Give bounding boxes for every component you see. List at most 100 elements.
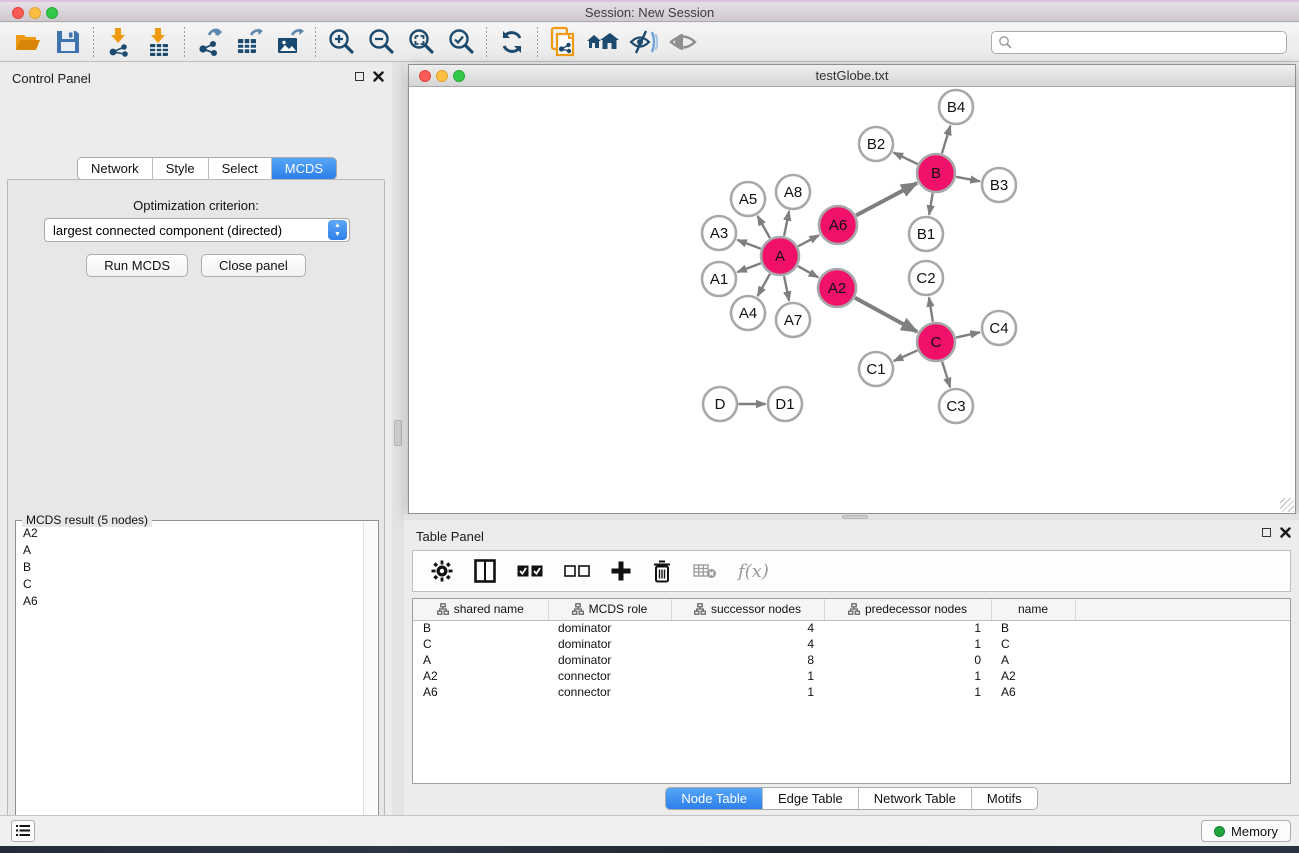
node-C1[interactable]: C1 [859, 352, 893, 386]
node-C[interactable]: C [917, 323, 955, 361]
task-history-button[interactable] [11, 820, 35, 842]
show-graphics-icon[interactable] [663, 26, 703, 58]
window-resize-grip[interactable] [1280, 498, 1294, 512]
divider-handle[interactable] [394, 420, 402, 446]
table-row[interactable]: A2connector11A2 [413, 668, 1291, 684]
tab-network[interactable]: Network [78, 158, 153, 179]
tab-network-table[interactable]: Network Table [859, 788, 972, 809]
cell[interactable]: 1 [824, 684, 991, 700]
edge-A-A5[interactable] [758, 216, 770, 238]
node-C2[interactable]: C2 [909, 261, 943, 295]
table-row[interactable]: Adominator80A [413, 652, 1291, 668]
column-header-name[interactable]: name [991, 599, 1075, 620]
node-A8[interactable]: A8 [776, 175, 810, 209]
result-item[interactable]: A [17, 542, 363, 559]
node-A1[interactable]: A1 [702, 262, 736, 296]
close-panel-button[interactable]: Close panel [201, 254, 306, 277]
edge-B-B2[interactable] [894, 152, 918, 164]
cell[interactable]: 1 [671, 668, 824, 684]
add-row-icon[interactable] [611, 561, 631, 581]
cell[interactable]: A [991, 652, 1075, 668]
cell[interactable]: dominator [548, 620, 671, 636]
import-network-icon[interactable] [99, 26, 139, 58]
cell[interactable]: 4 [671, 620, 824, 636]
result-item[interactable]: B [17, 559, 363, 576]
cell[interactable]: 1 [824, 668, 991, 684]
node-B3[interactable]: B3 [982, 168, 1016, 202]
cell[interactable]: A2 [991, 668, 1075, 684]
zoom-in-icon[interactable] [321, 26, 361, 58]
mcds-result-list[interactable]: A2ABCA6 [17, 525, 363, 853]
table-settings-gear-icon[interactable] [431, 560, 453, 582]
save-session-icon[interactable] [48, 26, 88, 58]
export-network-icon[interactable] [190, 26, 230, 58]
cell[interactable]: 1 [671, 684, 824, 700]
node-B4[interactable]: B4 [939, 90, 973, 124]
close-panel-icon[interactable] [373, 71, 384, 82]
network-canvas[interactable]: B4B2BB3A8A5A6A3B1AA1C2A2A4A7C4CC1C3DD1 [409, 88, 1295, 513]
duplicate-network-icon[interactable] [543, 26, 583, 58]
edge-A-A7[interactable] [784, 276, 789, 301]
show-columns-icon[interactable] [474, 559, 496, 583]
edge-A2-C[interactable] [855, 298, 917, 332]
tab-motifs[interactable]: Motifs [972, 788, 1037, 809]
export-image-icon[interactable] [270, 26, 310, 58]
node-A2[interactable]: A2 [818, 269, 856, 307]
cell[interactable]: connector [548, 668, 671, 684]
node-D[interactable]: D [703, 387, 737, 421]
edge-A-A4[interactable] [758, 274, 770, 296]
edge-C-C1[interactable] [894, 350, 918, 361]
delete-table-icon[interactable] [693, 563, 717, 579]
edge-C-C3[interactable] [942, 362, 950, 388]
edge-B-B3[interactable] [956, 177, 980, 182]
table-row[interactable]: A6connector11A6 [413, 684, 1291, 700]
zoom-out-icon[interactable] [361, 26, 401, 58]
cell[interactable]: 0 [824, 652, 991, 668]
import-table-icon[interactable] [139, 26, 179, 58]
node-A3[interactable]: A3 [702, 216, 736, 250]
tab-style[interactable]: Style [153, 158, 209, 179]
cell[interactable]: A6 [991, 684, 1075, 700]
edge-A6-B[interactable] [856, 183, 917, 215]
node-A[interactable]: A [761, 237, 799, 275]
edge-A-A8[interactable] [784, 211, 789, 236]
table-row[interactable]: Cdominator41C [413, 636, 1291, 652]
first-neighbors-icon[interactable] [583, 26, 623, 58]
cell[interactable]: C [413, 636, 548, 652]
edge-B-B1[interactable] [929, 193, 933, 215]
result-item[interactable]: C [17, 576, 363, 593]
edge-A-A1[interactable] [737, 263, 761, 272]
edge-B-B4[interactable] [942, 126, 950, 154]
node-A5[interactable]: A5 [731, 182, 765, 216]
cell[interactable]: 1 [824, 620, 991, 636]
table-row[interactable]: Bdominator41B [413, 620, 1291, 636]
hide-graphics-icon[interactable] [623, 26, 663, 58]
search-input[interactable] [1012, 35, 1280, 49]
delete-row-icon[interactable] [652, 560, 672, 583]
node-B[interactable]: B [917, 154, 955, 192]
cell[interactable]: 4 [671, 636, 824, 652]
edge-A-A6[interactable] [798, 235, 819, 246]
column-header-successor-nodes[interactable]: successor nodes [671, 599, 824, 620]
column-header-predecessor-nodes[interactable]: predecessor nodes [824, 599, 991, 620]
result-scrollbar[interactable] [363, 522, 377, 853]
open-session-icon[interactable] [8, 26, 48, 58]
criterion-dropdown[interactable]: largest connected component (directed) ▲… [44, 218, 350, 242]
float-panel-icon[interactable] [355, 72, 364, 81]
deselect-all-rows-icon[interactable] [564, 565, 590, 578]
node-A4[interactable]: A4 [731, 296, 765, 330]
float-panel-icon[interactable] [1262, 528, 1271, 537]
node-B2[interactable]: B2 [859, 127, 893, 161]
cell[interactable]: C [991, 636, 1075, 652]
tab-node-table[interactable]: Node Table [666, 788, 763, 809]
column-header-shared-name[interactable]: shared name [413, 599, 548, 620]
result-item[interactable]: A6 [17, 593, 363, 610]
tab-select[interactable]: Select [209, 158, 272, 179]
cell[interactable]: B [413, 620, 548, 636]
divider-handle[interactable] [842, 515, 868, 519]
network-window-titlebar[interactable]: testGlobe.txt [409, 65, 1295, 87]
node-B1[interactable]: B1 [909, 217, 943, 251]
cell[interactable]: 1 [824, 636, 991, 652]
export-table-icon[interactable] [230, 26, 270, 58]
node-C4[interactable]: C4 [982, 311, 1016, 345]
